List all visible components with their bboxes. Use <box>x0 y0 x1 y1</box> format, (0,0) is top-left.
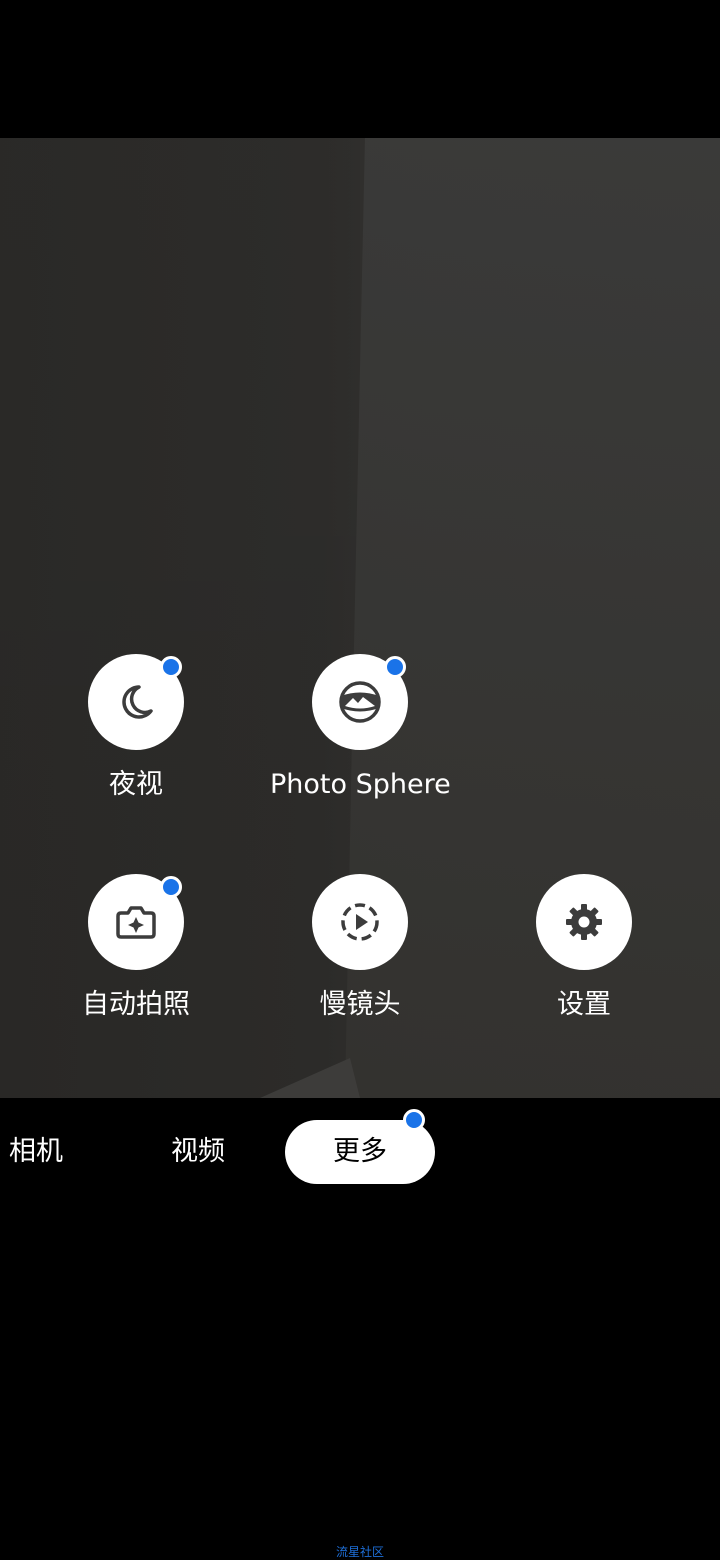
camera-viewfinder[interactable]: 夜视 Photo Sphere 自动拍照 慢镜头 设置 <box>0 138 720 1098</box>
mode-label: 自动拍照 <box>82 989 190 1020</box>
mode-night-sight[interactable]: 夜视 <box>46 654 226 802</box>
new-badge <box>160 876 182 898</box>
new-badge <box>160 656 182 678</box>
mode-photo-sphere[interactable]: Photo Sphere <box>270 654 451 802</box>
mode-label: 设置 <box>557 989 611 1020</box>
watermark-text: 流星社区 <box>335 1545 384 1559</box>
mode-tab-bar: 相机 视频 更多 <box>0 1098 720 1208</box>
mode-label: 夜视 <box>109 769 163 800</box>
new-badge <box>403 1109 425 1131</box>
photo-sphere-icon <box>339 681 381 723</box>
night-moon-icon <box>122 685 153 719</box>
tab-more[interactable]: 更多 <box>285 1109 435 1184</box>
mode-label: Photo Sphere <box>270 769 451 800</box>
mode-night-sight-button[interactable] <box>88 654 184 750</box>
tab-video[interactable]: 视频 <box>158 1120 238 1184</box>
mode-slow-motion-button[interactable] <box>312 874 408 970</box>
new-badge <box>384 656 406 678</box>
mode-auto-shot-button[interactable] <box>88 874 184 970</box>
tab-more-label: 更多 <box>333 1136 387 1167</box>
mode-label: 慢镜头 <box>319 989 401 1020</box>
auto-shot-camera-icon <box>116 906 156 939</box>
mode-slow-motion[interactable]: 慢镜头 <box>270 874 450 1022</box>
mode-settings[interactable]: 设置 <box>494 874 674 1022</box>
mode-auto-shot[interactable]: 自动拍照 <box>46 874 226 1022</box>
gear-icon <box>566 904 602 940</box>
tab-camera[interactable]: 相机 <box>0 1120 72 1184</box>
settings-button[interactable] <box>536 874 632 970</box>
mode-photo-sphere-button[interactable] <box>312 654 408 750</box>
slow-motion-icon <box>341 903 379 941</box>
